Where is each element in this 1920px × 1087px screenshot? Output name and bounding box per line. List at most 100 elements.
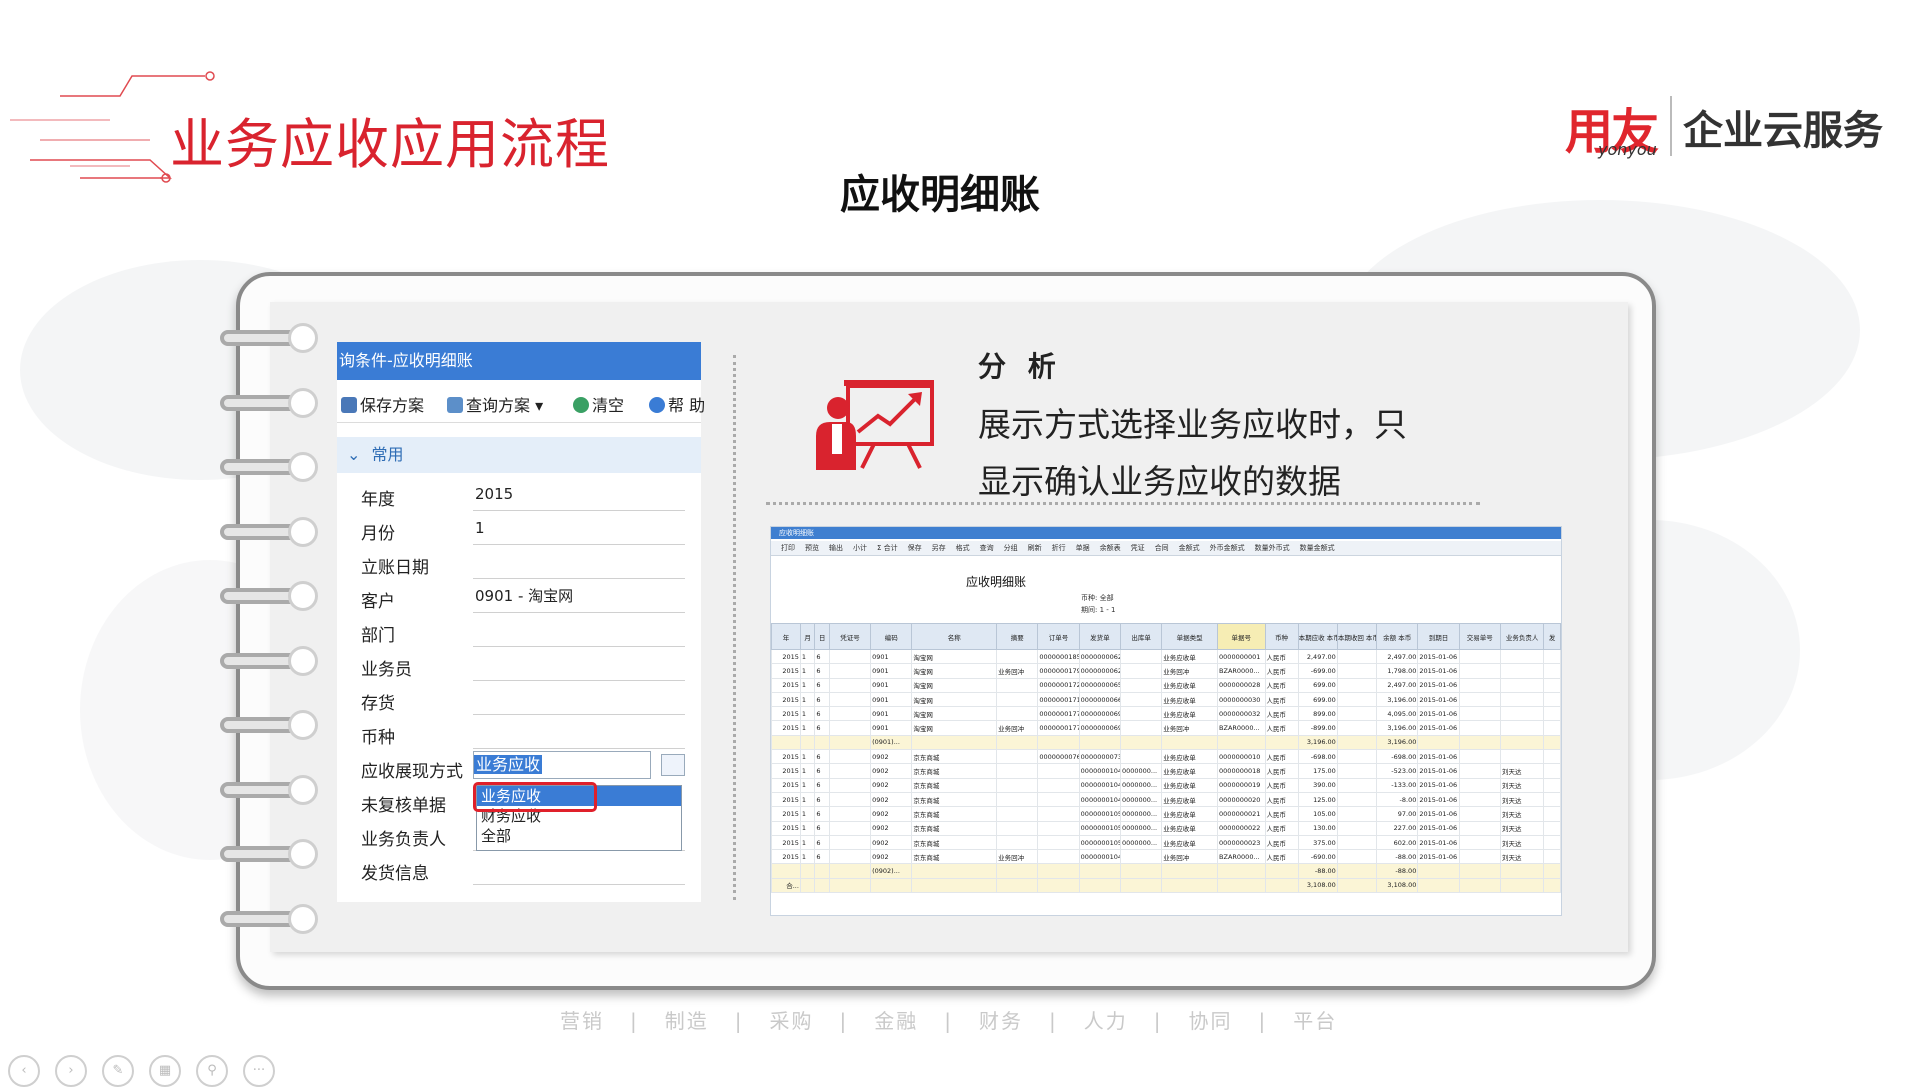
- highlight-box: [473, 782, 597, 812]
- report-toolbar-button[interactable]: 预览: [805, 544, 819, 552]
- table-cell: 业务应收单: [1161, 777, 1219, 793]
- shipping-input[interactable]: [473, 853, 685, 885]
- table-row[interactable]: 2015 1 6 0901 淘宝网 0000000171 0000000066 业务应收单 00…: [771, 691, 1561, 708]
- column-header[interactable]: 编码: [870, 623, 913, 650]
- chevron-down-icon: ⌄: [347, 445, 361, 464]
- report-toolbar-button[interactable]: 折行: [1052, 544, 1066, 552]
- zoom-icon[interactable]: ⚲: [196, 1055, 228, 1087]
- table-cell: 2015: [771, 706, 801, 722]
- column-header[interactable]: 本期应收 本币: [1297, 623, 1338, 650]
- column-header[interactable]: 月: [799, 623, 816, 650]
- table-row[interactable]: 2015 1 6 0901 淘宝网 业务回冲 0000000179 0000000062 业务回…: [771, 663, 1561, 679]
- next-icon[interactable]: ›: [55, 1055, 87, 1087]
- report-toolbar-button[interactable]: 分组: [1004, 544, 1018, 552]
- table-cell: 业务应收单: [1161, 806, 1219, 822]
- table-row[interactable]: 2015 1 6 0901 淘宝网 0000000177 0000000069 业务应收单 00…: [771, 706, 1561, 722]
- table-cell: 0902: [870, 834, 913, 851]
- table-row[interactable]: 2015 1 6 0901 淘宝网 业务回冲 0000000177 0000000069 业务回…: [771, 720, 1561, 736]
- currency-input[interactable]: [473, 717, 685, 749]
- slides-icon[interactable]: ▦: [149, 1055, 181, 1087]
- table-row[interactable]: 2015 1 6 0902 京东商城 0000000076 0000000073 业务应收单 0…: [771, 749, 1561, 765]
- column-header[interactable]: 业务负责人: [1499, 623, 1545, 650]
- report-toolbar-button[interactable]: 单据: [1076, 544, 1090, 552]
- table-cell: 0000000032: [1217, 706, 1266, 722]
- table-row[interactable]: 2015 1 6 0902 京东商城 业务回冲 0000000104 业务回冲 BZAR0000…: [771, 849, 1561, 865]
- save-scheme-button[interactable]: 保存方案: [341, 392, 424, 416]
- report-toolbar-button[interactable]: 小计: [853, 544, 867, 552]
- customer-input[interactable]: 0901 - 淘宝网: [473, 581, 685, 613]
- table-row[interactable]: 2015 1 6 0902 京东商城 0000000104 0000000... 业务应收单 0…: [771, 777, 1561, 793]
- column-header[interactable]: 币种: [1264, 623, 1299, 650]
- report-toolbar-button[interactable]: 数量金额式: [1300, 544, 1335, 552]
- salesperson-input[interactable]: [473, 649, 685, 681]
- column-header[interactable]: 单据类型: [1161, 623, 1219, 650]
- column-header[interactable]: 凭证号: [828, 623, 872, 650]
- table-cell: [828, 834, 872, 851]
- table-row[interactable]: (0901)... 3,196.00 3,196.00: [771, 734, 1561, 751]
- group-common-header[interactable]: ⌄ 常用: [337, 437, 701, 473]
- column-header[interactable]: 发: [1543, 623, 1561, 650]
- department-input[interactable]: [473, 615, 685, 647]
- table-cell: [1458, 763, 1501, 779]
- table-row[interactable]: (0902)... -88.00 -88.00: [771, 863, 1561, 879]
- month-input[interactable]: 1: [473, 513, 685, 545]
- report-toolbar-button[interactable]: 格式: [956, 544, 970, 552]
- table-cell: [1499, 720, 1545, 736]
- table-cell: [1458, 720, 1501, 736]
- clear-button[interactable]: 清空: [573, 392, 624, 416]
- field-label: 月份: [361, 524, 395, 544]
- report-toolbar-button[interactable]: 刷新: [1028, 544, 1042, 552]
- pen-icon[interactable]: ✎: [102, 1055, 134, 1087]
- column-header[interactable]: 订单号: [1037, 623, 1080, 650]
- table-row[interactable]: 2015 1 6 0902 京东商城 0000000104 0000000... 业务应收单 0…: [771, 763, 1561, 779]
- column-header[interactable]: 名称: [911, 623, 998, 650]
- report-toolbar-button[interactable]: 外币金额式: [1210, 544, 1245, 552]
- table-cell: 人民币: [1264, 806, 1299, 822]
- column-header[interactable]: 发货单: [1078, 623, 1121, 650]
- report-toolbar-button[interactable]: 查询: [980, 544, 994, 552]
- table-cell: -690.00: [1297, 849, 1338, 865]
- column-header[interactable]: 日: [814, 623, 830, 650]
- report-toolbar-button[interactable]: 凭证: [1131, 544, 1145, 552]
- report-toolbar-button[interactable]: 余额表: [1100, 544, 1121, 552]
- more-icon[interactable]: ···: [243, 1055, 275, 1087]
- table-row[interactable]: 2015 1 6 0901 淘宝网 0000000185 0000000062 业务应收单 00…: [771, 648, 1561, 665]
- inventory-input[interactable]: [473, 683, 685, 715]
- table-row[interactable]: 2015 1 6 0902 京东商城 0000000105 0000000... 业务应收单 0…: [771, 806, 1561, 822]
- report-toolbar-button[interactable]: 合同: [1155, 544, 1169, 552]
- table-row[interactable]: 合... 3,108.00 3,108.00: [771, 877, 1561, 894]
- table-row[interactable]: 2015 1 6 0902 京东商城 0000000104 0000000... 业务应收单 0…: [771, 791, 1561, 808]
- report-toolbar-button[interactable]: 另存: [932, 544, 946, 552]
- column-header[interactable]: 摘要: [996, 623, 1039, 650]
- help-button[interactable]: 帮 助: [649, 392, 705, 416]
- report-toolbar-button[interactable]: 打印: [781, 544, 795, 552]
- report-toolbar-button[interactable]: 输出: [829, 544, 843, 552]
- table-cell: [1336, 677, 1378, 693]
- footer-separator: |: [1049, 1009, 1058, 1033]
- column-header[interactable]: 出库单: [1119, 623, 1163, 650]
- logo-divider: [1670, 96, 1672, 156]
- column-header[interactable]: 本期收回 本币: [1336, 623, 1378, 650]
- report-toolbar-button[interactable]: 金额式: [1179, 544, 1200, 552]
- table-row[interactable]: 2015 1 6 0902 京东商城 0000000105 0000000... 业务应收单 0…: [771, 834, 1561, 851]
- previous-icon[interactable]: ‹: [8, 1055, 40, 1087]
- report-toolbar-button[interactable]: 数量外币式: [1255, 544, 1290, 552]
- account-date-input[interactable]: [473, 547, 685, 579]
- table-row[interactable]: 2015 1 6 0902 京东商城 0000000105 0000000... 业务应收单 0…: [771, 820, 1561, 836]
- report-toolbar-button[interactable]: Σ 合计: [877, 544, 898, 552]
- report-toolbar-button[interactable]: 保存: [908, 544, 922, 552]
- table-cell: 京东商城: [911, 820, 998, 836]
- grid-picker-icon[interactable]: [661, 754, 685, 776]
- column-header[interactable]: 单据号: [1217, 623, 1266, 650]
- footer-separator: |: [1258, 1009, 1268, 1033]
- table-cell: 0000000104: [1078, 777, 1121, 793]
- column-header[interactable]: 年: [771, 623, 801, 650]
- year-input[interactable]: 2015: [473, 479, 685, 511]
- query-scheme-button[interactable]: 查询方案 ▾: [447, 392, 543, 416]
- dropdown-option[interactable]: 全部: [477, 826, 681, 846]
- column-header[interactable]: 余额 本币: [1376, 623, 1419, 650]
- column-header[interactable]: 交易单号: [1458, 623, 1501, 650]
- column-header[interactable]: 到期日: [1417, 623, 1460, 650]
- display-mode-select[interactable]: 业务应收: [473, 751, 651, 779]
- table-row[interactable]: 2015 1 6 0901 淘宝网 0000000172 0000000065 业务应收单 00…: [771, 677, 1561, 693]
